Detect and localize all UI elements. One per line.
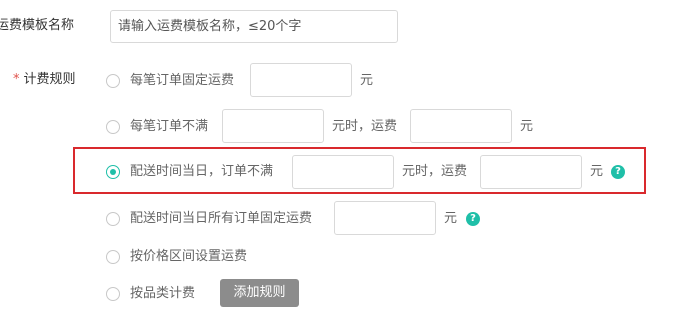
option-price-range-label: 按价格区间设置运费 <box>130 249 248 264</box>
same-day-threshold-help-icon[interactable]: ? <box>611 165 625 179</box>
radio-by-category[interactable] <box>106 287 120 301</box>
radio-fixed-per-order[interactable] <box>106 74 120 88</box>
same-day-threshold-fee-input[interactable] <box>480 155 582 189</box>
same-day-threshold-input[interactable] <box>292 155 394 189</box>
radio-price-range[interactable] <box>106 250 120 264</box>
billing-rule-label-text: 计费规则 <box>23 72 76 87</box>
option-fixed-per-order-label: 每笔订单固定运费 <box>130 73 235 88</box>
template-name-label: 运费模板名称 <box>0 18 75 33</box>
option-same-day-fixed-label: 配送时间当日所有订单固定运费 <box>130 211 313 226</box>
fixed-per-order-fee-input[interactable] <box>250 63 352 97</box>
per-order-threshold-input[interactable] <box>222 109 324 143</box>
radio-same-day-fixed[interactable] <box>106 212 120 226</box>
per-order-threshold-mid-text: 元时，运费 <box>332 119 398 134</box>
add-rule-button[interactable]: 添加规则 <box>220 279 299 307</box>
required-mark: * <box>13 72 20 87</box>
template-name-input[interactable] <box>110 10 398 43</box>
billing-rule-label: * 计费规则 <box>13 71 76 89</box>
option-same-day-threshold-label: 配送时间当日，订单不满 <box>130 164 274 179</box>
same-day-fixed-help-icon[interactable]: ? <box>466 212 480 226</box>
same-day-threshold-unit: 元 <box>590 164 604 179</box>
option-by-category-label: 按品类计费 <box>130 286 196 301</box>
radio-per-order-threshold[interactable] <box>106 120 120 134</box>
option-per-order-threshold-label: 每笔订单不满 <box>130 119 209 134</box>
same-day-fixed-unit: 元 <box>444 211 458 226</box>
same-day-fixed-fee-input[interactable] <box>334 201 436 235</box>
radio-same-day-threshold[interactable] <box>106 165 120 179</box>
per-order-threshold-fee-input[interactable] <box>410 109 512 143</box>
per-order-threshold-unit: 元 <box>520 119 534 134</box>
same-day-threshold-mid-text: 元时，运费 <box>402 164 468 179</box>
fixed-per-order-unit: 元 <box>360 73 374 88</box>
